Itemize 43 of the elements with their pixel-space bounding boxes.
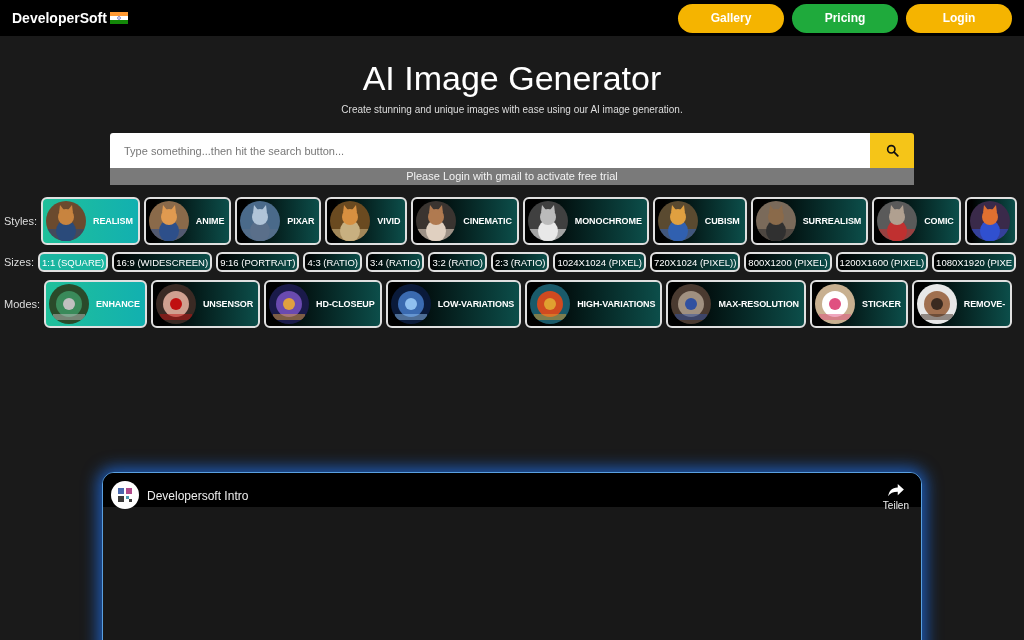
style-option[interactable]: MONOCHROME: [522, 197, 649, 245]
india-flag-icon: [109, 12, 128, 24]
brand-name[interactable]: DeveloperSoft: [12, 10, 107, 26]
size-option[interactable]: 4:3 (RATIO): [303, 252, 362, 272]
search-icon: [885, 144, 899, 157]
style-option[interactable]: CUBISM: [652, 197, 747, 245]
prompt-field[interactable]: Type something...then hit the search button...: [110, 133, 870, 168]
mode-option[interactable]: STICKER: [810, 280, 908, 328]
size-option[interactable]: 3:4 (RATIO): [365, 252, 425, 272]
mode-option[interactable]: MAX-RESOLUTION: [666, 280, 806, 328]
video-title[interactable]: Developersoft Intro: [147, 481, 249, 511]
mode-option[interactable]: LOW-VARIATIONS: [385, 280, 522, 328]
size-option[interactable]: 1080X1920 (PIXE: [932, 252, 1017, 272]
row-label: Sizes:: [4, 256, 34, 268]
page-subtitle: Create stunning and unique images with ease using our AI image generation.: [341, 104, 683, 115]
mode-option[interactable]: HIGH-VARIATIONS: [525, 280, 663, 328]
login-notice: Please Login with gmail to activate free trial: [110, 168, 914, 185]
style-option[interactable]: [964, 197, 1017, 245]
size-option[interactable]: 9:16 (PORTRAIT): [216, 252, 300, 272]
size-option[interactable]: 16:9 (WIDESCREEN): [112, 252, 213, 272]
style-option[interactable]: ANIME: [143, 197, 232, 245]
size-option[interactable]: 3:2 (RATIO): [428, 252, 487, 272]
size-option[interactable]: 1200X1600 (PIXEL): [835, 252, 929, 272]
style-option[interactable]: COMIC: [872, 197, 961, 245]
style-option[interactable]: CINEMATIC: [411, 197, 519, 245]
size-option[interactable]: 2:3 (RATIO): [490, 252, 550, 272]
size-option[interactable]: 800X1200 (PIXEL): [744, 252, 832, 272]
video-player[interactable]: Developersoft Intro Teilen: [102, 472, 922, 640]
style-option[interactable]: PIXAR: [235, 197, 322, 245]
page-title: AI Image Generator: [362, 58, 662, 98]
size-option[interactable]: 1024X1024 (PIXEL): [553, 252, 646, 272]
share-button[interactable]: Teilen: [878, 481, 913, 513]
mode-option[interactable]: UNSENSOR: [150, 280, 261, 328]
mode-option[interactable]: REMOVE-: [911, 280, 1013, 328]
style-option[interactable]: SURREALISM: [750, 197, 869, 245]
size-option[interactable]: 720X1024 (PIXEL)): [649, 252, 741, 272]
style-option[interactable]: VIVID: [325, 197, 408, 245]
channel-avatar[interactable]: [111, 481, 139, 509]
share-icon: [886, 483, 905, 497]
row-label: Modes:: [4, 298, 41, 310]
mode-option[interactable]: HD-CLOSEUP: [264, 280, 382, 328]
search-button[interactable]: [870, 133, 914, 168]
row-label: Styles:: [4, 215, 37, 227]
